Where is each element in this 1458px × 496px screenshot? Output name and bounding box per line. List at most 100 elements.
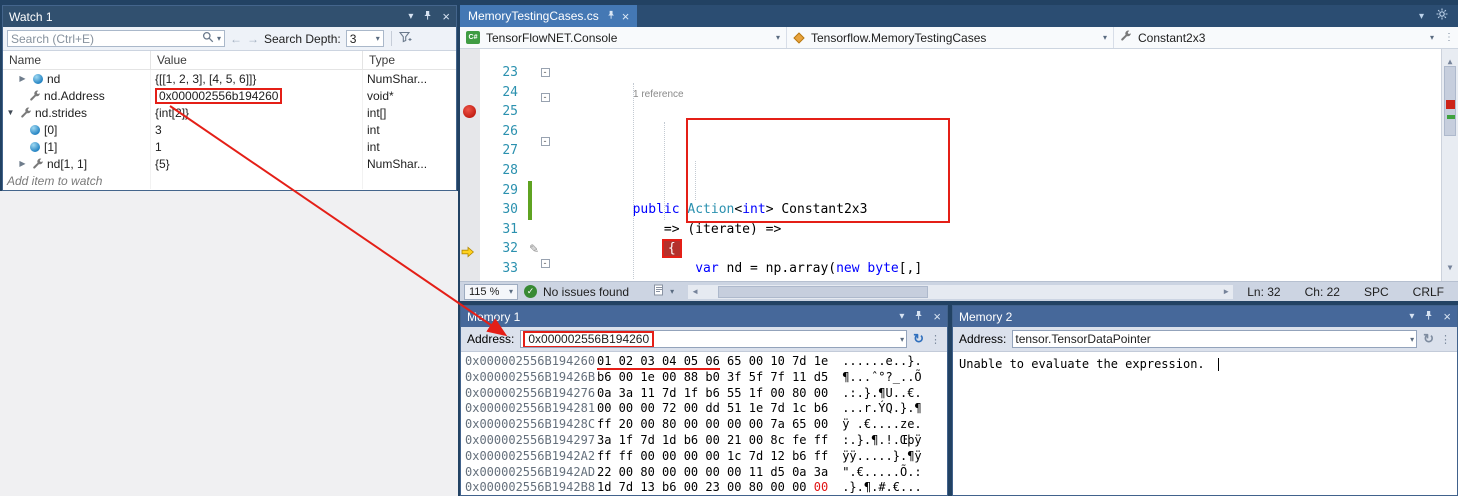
editor-options-gear-icon[interactable]	[1436, 7, 1448, 25]
watch-value-cell[interactable]: {5}	[151, 155, 363, 172]
search-icon[interactable]	[202, 31, 214, 46]
gutter-cell[interactable]	[460, 63, 480, 83]
scroll-down-icon[interactable]: ▼	[1442, 258, 1458, 278]
watch-name-cell[interactable]: ▶nd[1, 1]	[3, 155, 151, 172]
search-next-icon[interactable]: →	[247, 32, 259, 46]
status-spaces[interactable]: SPC	[1364, 285, 1389, 299]
codelens-references[interactable]: 1 reference	[556, 88, 1441, 102]
expander-collapsed-icon[interactable]: ▶	[17, 159, 28, 168]
refresh-icon[interactable]: ↻	[1423, 331, 1434, 347]
window-position-menu-icon[interactable]: ▾	[1409, 312, 1414, 322]
watch-row[interactable]: ▼nd.strides{int[2]}int[]	[3, 104, 456, 121]
memory1-address-input[interactable]: 0x000002556B194260 ▾	[520, 330, 907, 348]
toolbar-overflow-icon[interactable]: ⋮	[1440, 333, 1451, 346]
pin-icon[interactable]	[913, 310, 924, 324]
zoom-select[interactable]: 115 % ▾	[464, 284, 518, 300]
fold-collapse-icon[interactable]: -	[541, 93, 550, 102]
editor-vertical-scrollbar[interactable]: ▲ ▼	[1441, 49, 1458, 281]
close-icon[interactable]: ×	[933, 312, 941, 322]
pin-icon[interactable]	[1423, 310, 1434, 324]
watch-name-cell[interactable]: Add item to watch	[3, 172, 151, 189]
document-tab[interactable]: MemoryTestingCases.cs ×	[460, 5, 637, 27]
gutter-cell[interactable]	[460, 105, 480, 125]
memory1-titlebar[interactable]: Memory 1 ▾ ×	[461, 306, 947, 327]
document-health-icon[interactable]	[653, 284, 664, 299]
tab-pin-icon[interactable]	[606, 9, 616, 23]
code-line[interactable]: public Action<int> Constant2x3	[556, 200, 1441, 220]
filter-icon[interactable]	[399, 31, 412, 46]
watch-row[interactable]: ▶nd[1, 1]{5}NumShar...	[3, 155, 456, 172]
chevron-down-icon[interactable]: ▾	[1410, 335, 1414, 344]
breakpoint-icon[interactable]	[463, 105, 476, 118]
close-icon[interactable]: ×	[442, 12, 450, 22]
window-position-menu-icon[interactable]: ▾	[899, 312, 904, 322]
issues-label[interactable]: No issues found	[543, 285, 629, 299]
toolbar-overflow-icon[interactable]: ⋮	[930, 333, 941, 346]
window-position-menu-icon[interactable]: ▾	[408, 12, 413, 22]
status-line-endings[interactable]: CRLF	[1413, 285, 1444, 299]
expander-expanded-icon[interactable]: ▼	[5, 108, 16, 117]
watch-name-cell[interactable]: ▼nd.strides	[3, 104, 151, 121]
column-header-value[interactable]: Value	[151, 51, 363, 69]
memory2-message-area[interactable]: Unable to evaluate the expression.	[953, 352, 1457, 495]
fold-collapse-icon[interactable]: -	[541, 259, 550, 268]
fold-collapse-icon[interactable]: -	[541, 137, 550, 146]
gutter-cell[interactable]	[460, 203, 480, 223]
watch-name-cell[interactable]: nd.Address	[3, 87, 151, 104]
watch-name-cell[interactable]: [1]	[3, 138, 151, 155]
expander-collapsed-icon[interactable]: ▶	[17, 74, 28, 83]
watch-row[interactable]: [0]3int	[3, 121, 456, 138]
tab-list-chevron-icon[interactable]: ▾	[1419, 11, 1424, 22]
code-line[interactable]: var nd = np.array(new byte[,]	[556, 259, 1441, 279]
search-depth-select[interactable]: 3 ▾	[346, 30, 384, 47]
search-input[interactable]: Search (Ctrl+E) ▾	[7, 30, 225, 47]
search-prev-icon[interactable]: ←	[230, 32, 242, 46]
watch-value-cell[interactable]: {int[2]}	[151, 104, 363, 121]
editor-horizontal-scrollbar[interactable]: ◄ ►	[688, 285, 1233, 299]
watch-value-cell[interactable]: {[[1, 2, 3], [4, 5, 6]]}	[151, 70, 363, 87]
watch-name-cell[interactable]: ▶nd	[3, 70, 151, 87]
watch-name-cell[interactable]: [0]	[3, 121, 151, 138]
watch-row[interactable]: nd.Address0x000002556b194260void*	[3, 87, 456, 104]
type-dropdown[interactable]: Tensorflow.MemoryTestingCases ▾	[787, 27, 1114, 48]
gutter-cell[interactable]	[460, 184, 480, 204]
code-line[interactable]: {	[556, 239, 1441, 259]
search-options-chevron-icon[interactable]: ▾	[217, 34, 221, 43]
close-icon[interactable]: ×	[1443, 312, 1451, 322]
watch-value-cell[interactable]: 3	[151, 121, 363, 138]
watch-row[interactable]: [1]1int	[3, 138, 456, 155]
column-header-type[interactable]: Type	[363, 51, 456, 69]
gutter-cell[interactable]	[460, 83, 480, 103]
code-line[interactable]: {	[556, 279, 1441, 281]
scrollbar-thumb[interactable]	[718, 286, 928, 298]
code-line[interactable]: => (iterate) =>	[556, 220, 1441, 240]
memory2-titlebar[interactable]: Memory 2 ▾ ×	[953, 306, 1457, 327]
chevron-down-icon[interactable]: ▾	[900, 335, 904, 344]
refresh-icon[interactable]: ↻	[913, 331, 924, 347]
memory1-rows[interactable]: 0x000002556B19426001 02 03 04 05 06 65 0…	[461, 352, 947, 495]
gutter-cell[interactable]	[460, 265, 480, 281]
scroll-left-icon[interactable]: ◄	[688, 287, 702, 296]
memory2-address-input[interactable]: tensor.TensorDataPointer ▾	[1012, 330, 1417, 348]
code-lines[interactable]: 1 reference public Action<int> Constant2…	[556, 49, 1441, 281]
gutter-cell[interactable]	[460, 144, 480, 164]
watch-titlebar[interactable]: Watch 1 ▾ ×	[3, 6, 456, 27]
pin-icon[interactable]	[422, 10, 433, 24]
project-dropdown[interactable]: C# TensorFlowNET.Console ▾	[460, 27, 787, 48]
member-dropdown[interactable]: Constant2x3 ▾	[1114, 27, 1440, 48]
column-header-name[interactable]: Name	[3, 51, 151, 69]
health-chevron-icon[interactable]: ▾	[670, 287, 674, 296]
fold-collapse-icon[interactable]: -	[541, 68, 550, 77]
gutter-cell[interactable]	[460, 125, 480, 145]
watch-value-cell[interactable]: 1	[151, 138, 363, 155]
gutter-cell[interactable]	[460, 223, 480, 243]
breakpoint-gutter[interactable]	[460, 49, 480, 281]
watch-value-cell[interactable]	[151, 172, 363, 189]
watch-row[interactable]: ▶nd{[[1, 2, 3], [4, 5, 6]]}NumShar...	[3, 70, 456, 87]
gutter-cell[interactable]	[460, 164, 480, 184]
watch-value-cell[interactable]: 0x000002556b194260	[151, 87, 363, 104]
tab-close-icon[interactable]: ×	[622, 9, 630, 24]
gutter-cell[interactable]	[460, 245, 480, 265]
scroll-right-icon[interactable]: ►	[1219, 287, 1233, 296]
watch-row[interactable]: Add item to watch	[3, 172, 456, 189]
